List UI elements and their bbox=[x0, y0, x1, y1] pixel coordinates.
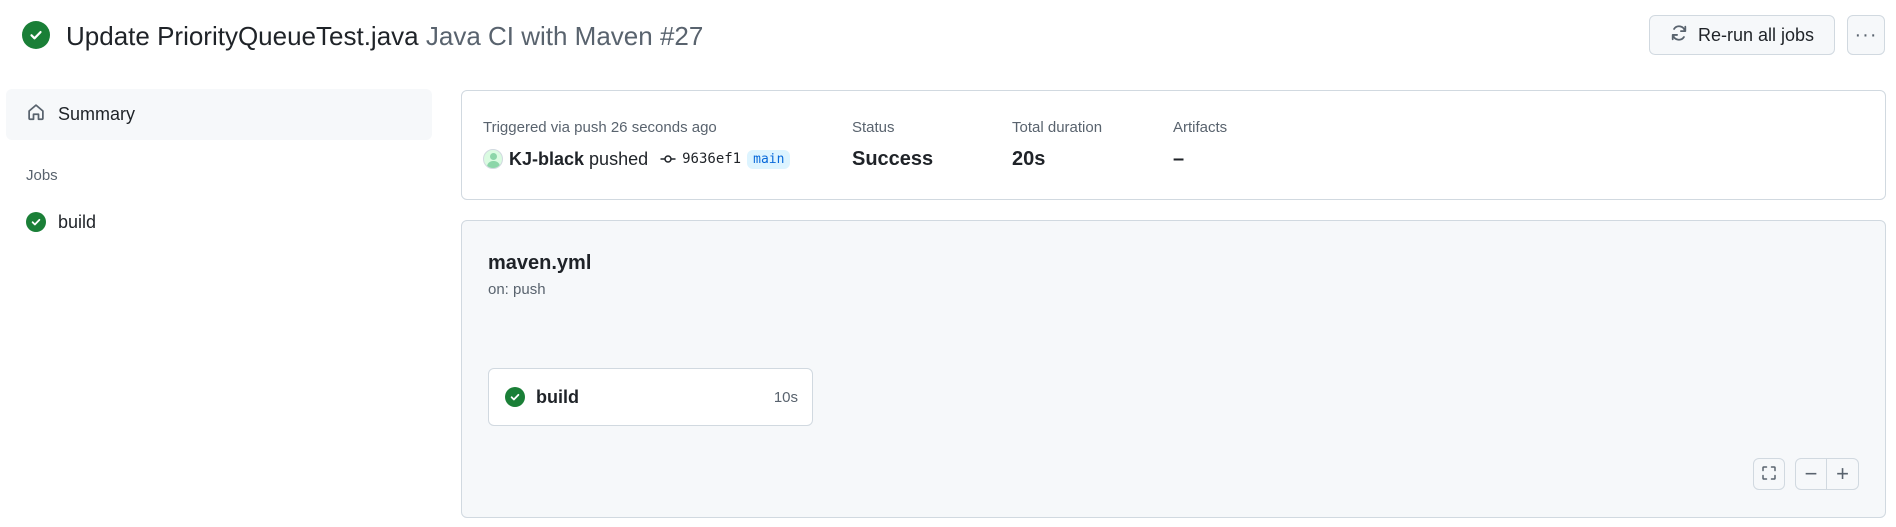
git-commit-icon bbox=[660, 151, 676, 167]
sidebar-item-build[interactable]: build bbox=[6, 204, 432, 240]
duration-value: 20s bbox=[1012, 148, 1046, 170]
status-label: Status bbox=[852, 119, 895, 136]
artifacts-value: – bbox=[1173, 148, 1185, 170]
sync-icon bbox=[1670, 24, 1688, 47]
commit-title: Update PriorityQueueTest.java bbox=[66, 21, 419, 51]
duration-label: Total duration bbox=[1012, 119, 1103, 136]
workflow-trigger: on: push bbox=[488, 281, 546, 298]
artifacts-label: Artifacts bbox=[1173, 119, 1228, 136]
duration-section: Total duration 20s bbox=[1012, 118, 1102, 171]
graph-controls: − + bbox=[1753, 458, 1859, 490]
success-check-icon bbox=[22, 21, 50, 49]
home-icon bbox=[26, 102, 46, 127]
rerun-all-jobs-button[interactable]: Re-run all jobs bbox=[1649, 15, 1835, 55]
job-node-build[interactable]: build 10s bbox=[488, 368, 813, 426]
commit-sha-link[interactable]: 9636ef1 bbox=[682, 151, 741, 167]
fullscreen-button[interactable] bbox=[1753, 458, 1785, 490]
run-header: Update PriorityQueueTest.java Java CI wi… bbox=[0, 0, 1896, 72]
sidebar-item-summary[interactable]: Summary bbox=[6, 89, 432, 140]
avatar[interactable] bbox=[483, 149, 503, 169]
success-check-icon bbox=[505, 387, 525, 407]
workflow-run-name[interactable]: Java CI with Maven #27 bbox=[426, 21, 703, 51]
zoom-in-button[interactable]: + bbox=[1827, 458, 1859, 490]
trigger-label: Triggered via push 26 seconds ago bbox=[483, 119, 717, 136]
fullscreen-icon bbox=[1761, 463, 1777, 485]
job-duration: 10s bbox=[773, 388, 798, 406]
sidebar-item-label: Summary bbox=[58, 104, 136, 124]
zoom-out-button[interactable]: − bbox=[1795, 458, 1827, 490]
artifacts-section: Artifacts – bbox=[1173, 118, 1227, 171]
action-text: pushed bbox=[589, 148, 649, 169]
success-check-icon bbox=[26, 212, 46, 232]
workflow-file-name: maven.yml bbox=[488, 252, 592, 274]
status-section: Status Success bbox=[852, 118, 933, 171]
status-value: Success bbox=[852, 148, 934, 170]
run-info-card: Triggered via push 26 seconds ago KJ-bla… bbox=[461, 90, 1886, 200]
kebab-horizontal-icon[interactable]: ··· bbox=[1847, 15, 1885, 55]
page-title: Update PriorityQueueTest.java Java CI wi… bbox=[66, 19, 703, 53]
workflow-graph: maven.yml on: push build 10s − + bbox=[461, 220, 1886, 518]
sidebar-item-label: build bbox=[58, 211, 97, 232]
actor-link[interactable]: KJ-black bbox=[509, 149, 584, 170]
push-details: KJ-black pushed 9636ef1 main bbox=[483, 147, 791, 171]
jobs-heading: Jobs bbox=[26, 167, 58, 184]
sidebar: Summary Jobs build bbox=[6, 89, 432, 240]
rerun-label: Re-run all jobs bbox=[1697, 24, 1815, 45]
trigger-section: Triggered via push 26 seconds ago KJ-bla… bbox=[483, 118, 791, 171]
branch-badge[interactable]: main bbox=[747, 149, 791, 169]
job-name: build bbox=[536, 386, 579, 407]
